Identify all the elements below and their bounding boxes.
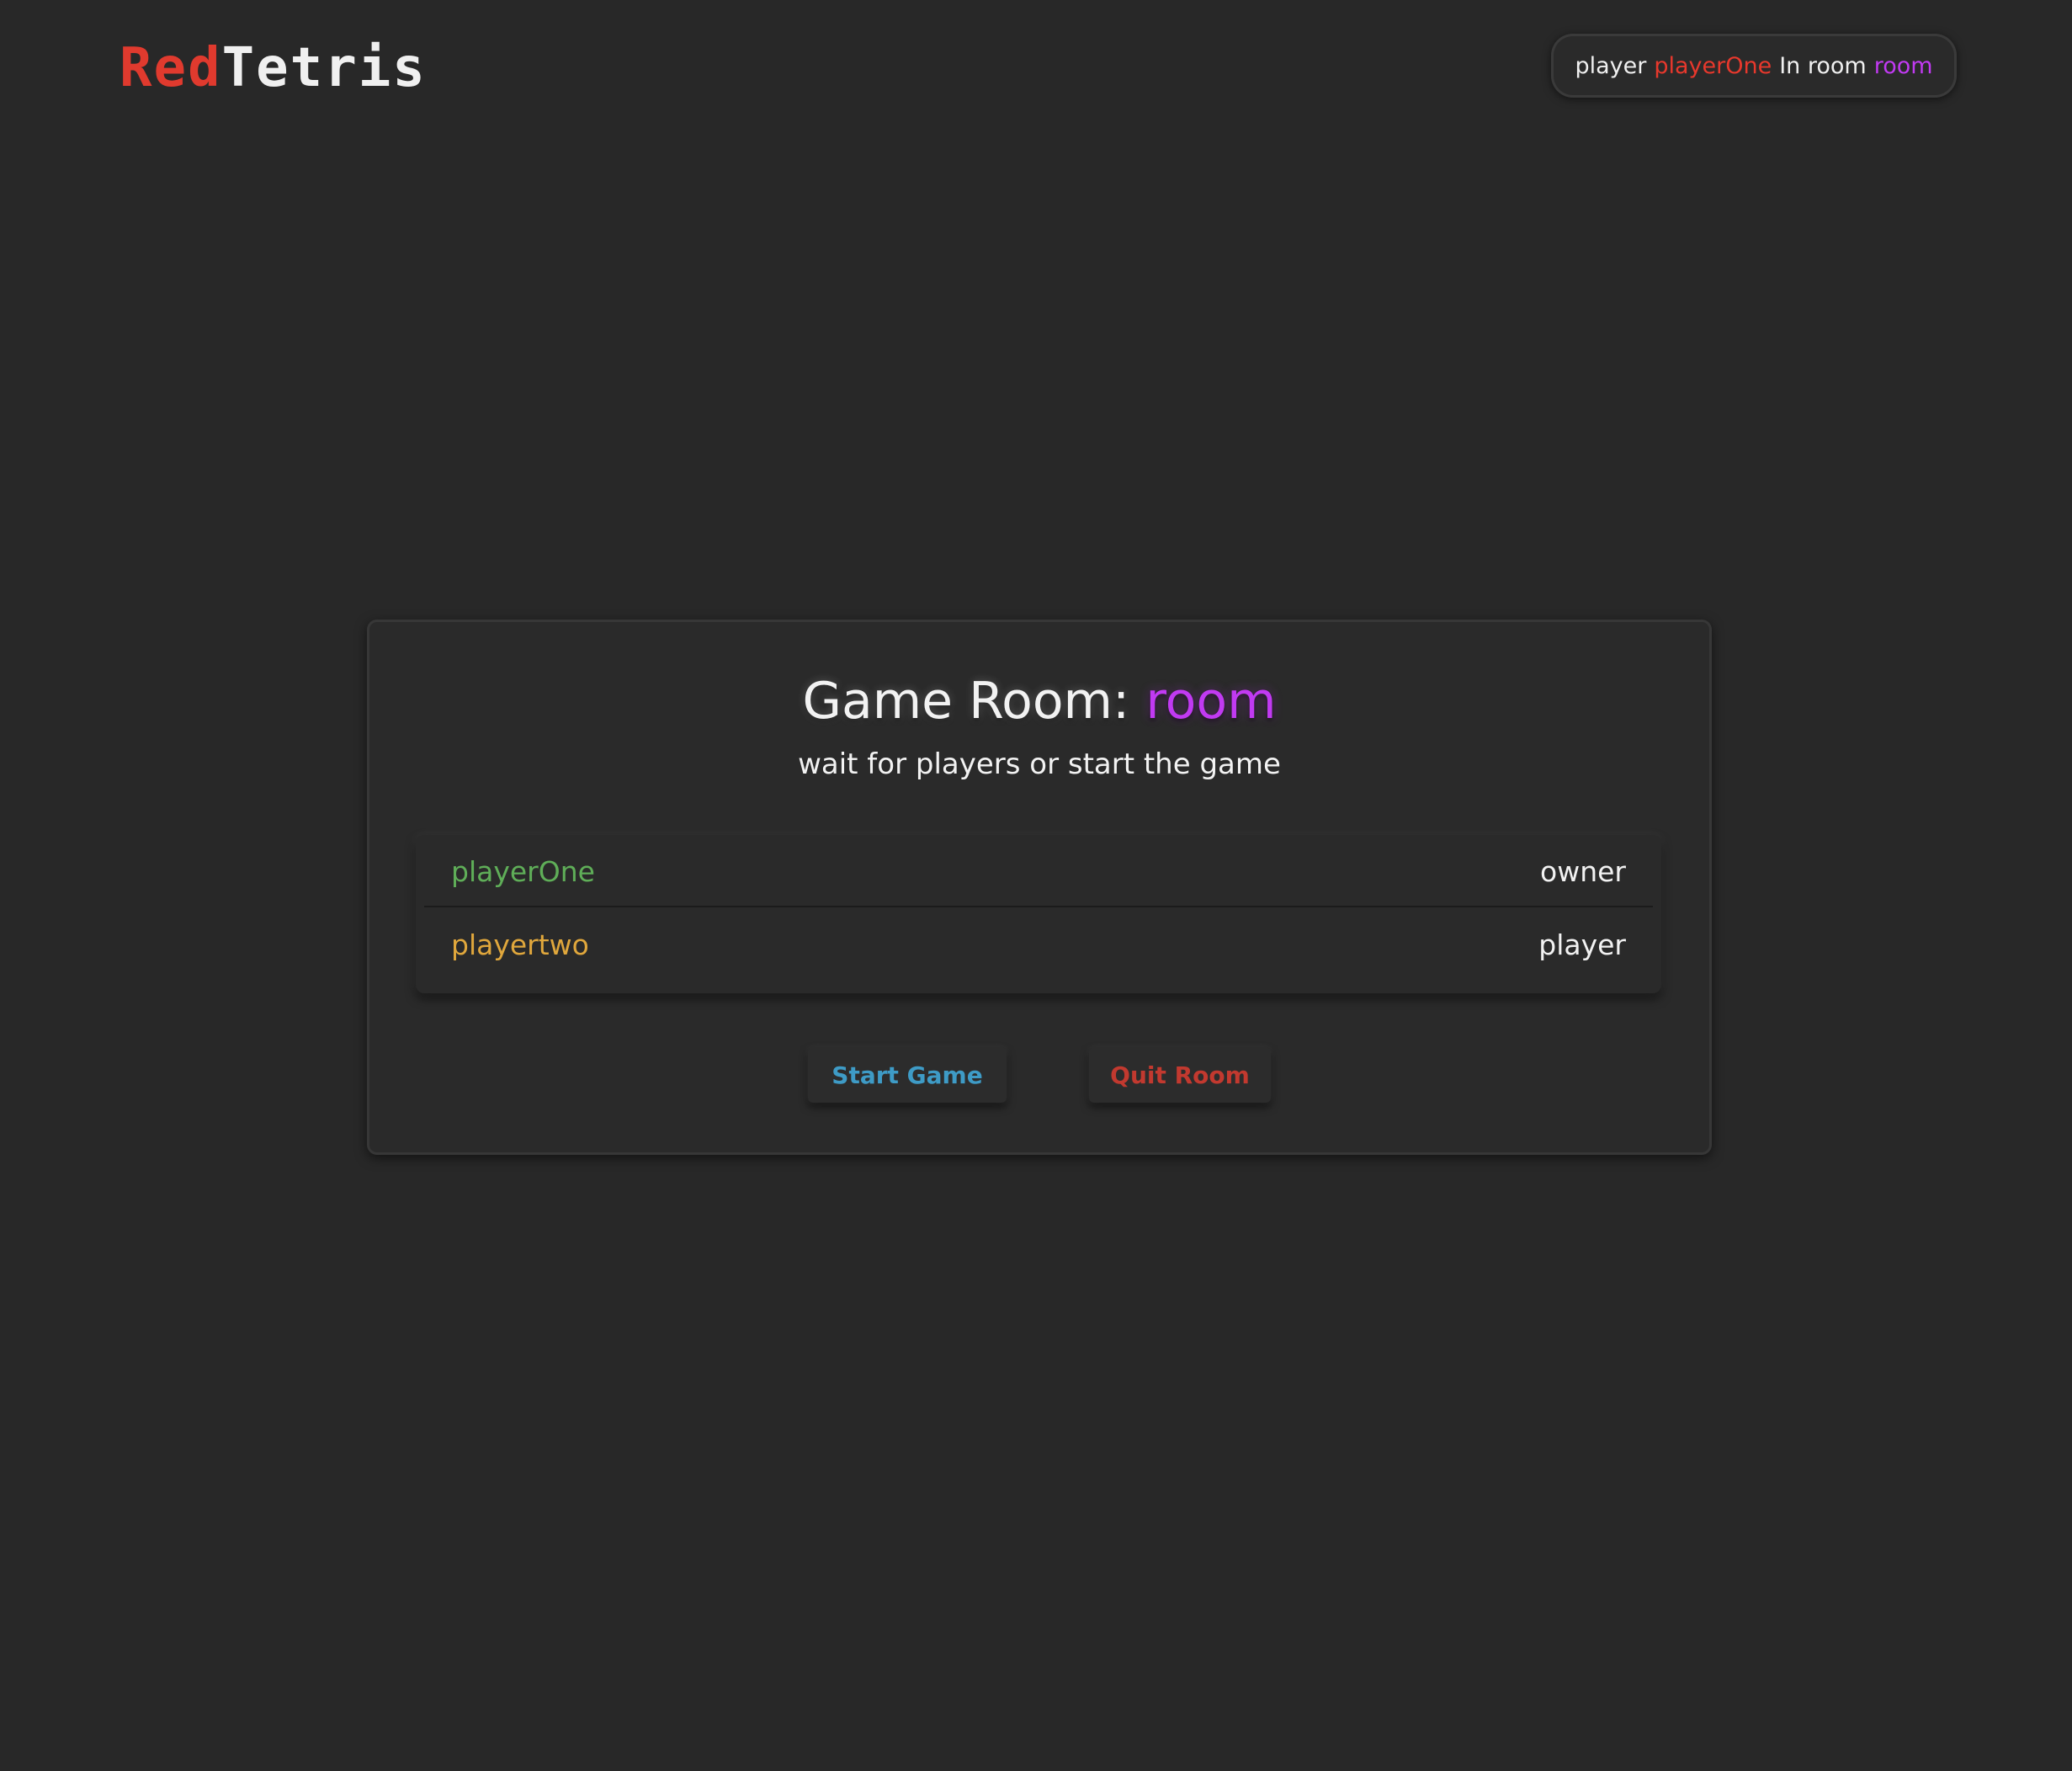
room-title-name: room [1145, 672, 1277, 731]
player-role: owner [1540, 854, 1626, 888]
player-row: playerOne owner [424, 837, 1653, 907]
player-row: playertwo player [424, 909, 1653, 980]
session-room-name: room [1873, 52, 1933, 79]
start-game-button[interactable]: Start Game [808, 1047, 1007, 1103]
session-room-label: In room [1779, 52, 1867, 79]
quit-room-button[interactable]: Quit Room [1089, 1047, 1271, 1103]
players-list: playerOne owner playertwo player [416, 835, 1661, 993]
session-player-name: playerOne [1654, 52, 1772, 79]
session-status-badge: player playerOne In room room [1551, 34, 1957, 98]
player-role: player [1538, 928, 1626, 961]
room-title-label: Game Room: [802, 672, 1130, 731]
logo-tetris-text: Tetris [221, 37, 427, 99]
game-room-panel: Game Room: room wait for players or star… [367, 620, 1712, 1155]
app-logo[interactable]: RedTetris [120, 34, 427, 103]
room-title: Game Room: room [367, 670, 1712, 732]
logo-red-text: Red [120, 37, 222, 99]
session-player-label: player [1575, 52, 1647, 79]
room-subtitle: wait for players or start the game [798, 747, 1281, 781]
player-name: playerOne [451, 854, 595, 888]
player-name: playertwo [451, 928, 589, 961]
